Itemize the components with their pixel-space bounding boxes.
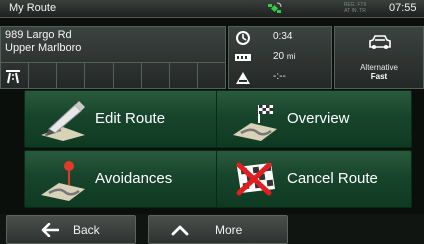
cancel-route-label: Cancel Route <box>287 170 378 187</box>
overview-label: Overview <box>287 110 350 127</box>
screen-title: My Route <box>9 2 57 14</box>
chevron-up-icon <box>171 225 189 236</box>
edit-route-icon <box>41 101 85 141</box>
avoidances-button[interactable]: Avoidances <box>24 150 220 208</box>
more-button[interactable]: More <box>148 215 288 244</box>
route-mode-label: Alternative <box>360 63 398 72</box>
destination-city: Upper Marlboro <box>5 42 82 54</box>
arrival-flag-icon <box>236 72 250 84</box>
back-label: Back <box>73 223 100 237</box>
route-screen: My Route REG. FT9 AT IN. TR 07:55 989 La… <box>0 0 424 244</box>
overview-map-icon <box>233 105 277 141</box>
route-mode-panel[interactable]: Alternative Fast <box>334 26 424 89</box>
edit-route-button[interactable]: Edit Route <box>24 90 220 148</box>
arrow-left-icon <box>41 223 59 237</box>
gps-satellite-icon <box>268 2 282 13</box>
status-bar: My Route REG. FT9 AT IN. TR 07:55 <box>0 0 424 18</box>
distance-remaining: 20 mi <box>273 51 296 62</box>
distance-icon <box>235 54 251 61</box>
trip-stats-panel[interactable]: 0:34 20 mi -:-- <box>228 26 332 89</box>
car-icon <box>369 35 391 49</box>
destination-panel[interactable]: 989 Largo Rd Upper Marlboro <box>0 26 226 89</box>
back-button[interactable]: Back <box>6 215 136 244</box>
cancel-route-button[interactable]: Cancel Route <box>216 150 412 208</box>
destination-street: 989 Largo Rd <box>5 29 72 41</box>
arrival-time: -:-- <box>273 71 286 82</box>
cancel-route-flag-icon <box>236 162 275 196</box>
clock: 07:55 <box>389 2 417 14</box>
motorway-icon <box>6 70 20 84</box>
route-info-panel: 989 Largo Rd Upper Marlboro 0:34 20 mi -… <box>0 26 424 89</box>
time-remaining: 0:34 <box>273 31 293 42</box>
avoidances-icon <box>41 161 85 201</box>
bottom-bar: Back More <box>0 214 424 244</box>
more-label: More <box>215 223 243 237</box>
route-mode-value: Fast <box>370 72 388 81</box>
edit-route-label: Edit Route <box>95 110 166 127</box>
overview-button[interactable]: Overview <box>216 90 412 148</box>
status-small-info: REG. FT9 AT IN. TR <box>343 2 367 14</box>
avoidances-label: Avoidances <box>95 170 173 187</box>
clock-icon <box>236 31 250 45</box>
route-segment-row <box>1 62 225 88</box>
